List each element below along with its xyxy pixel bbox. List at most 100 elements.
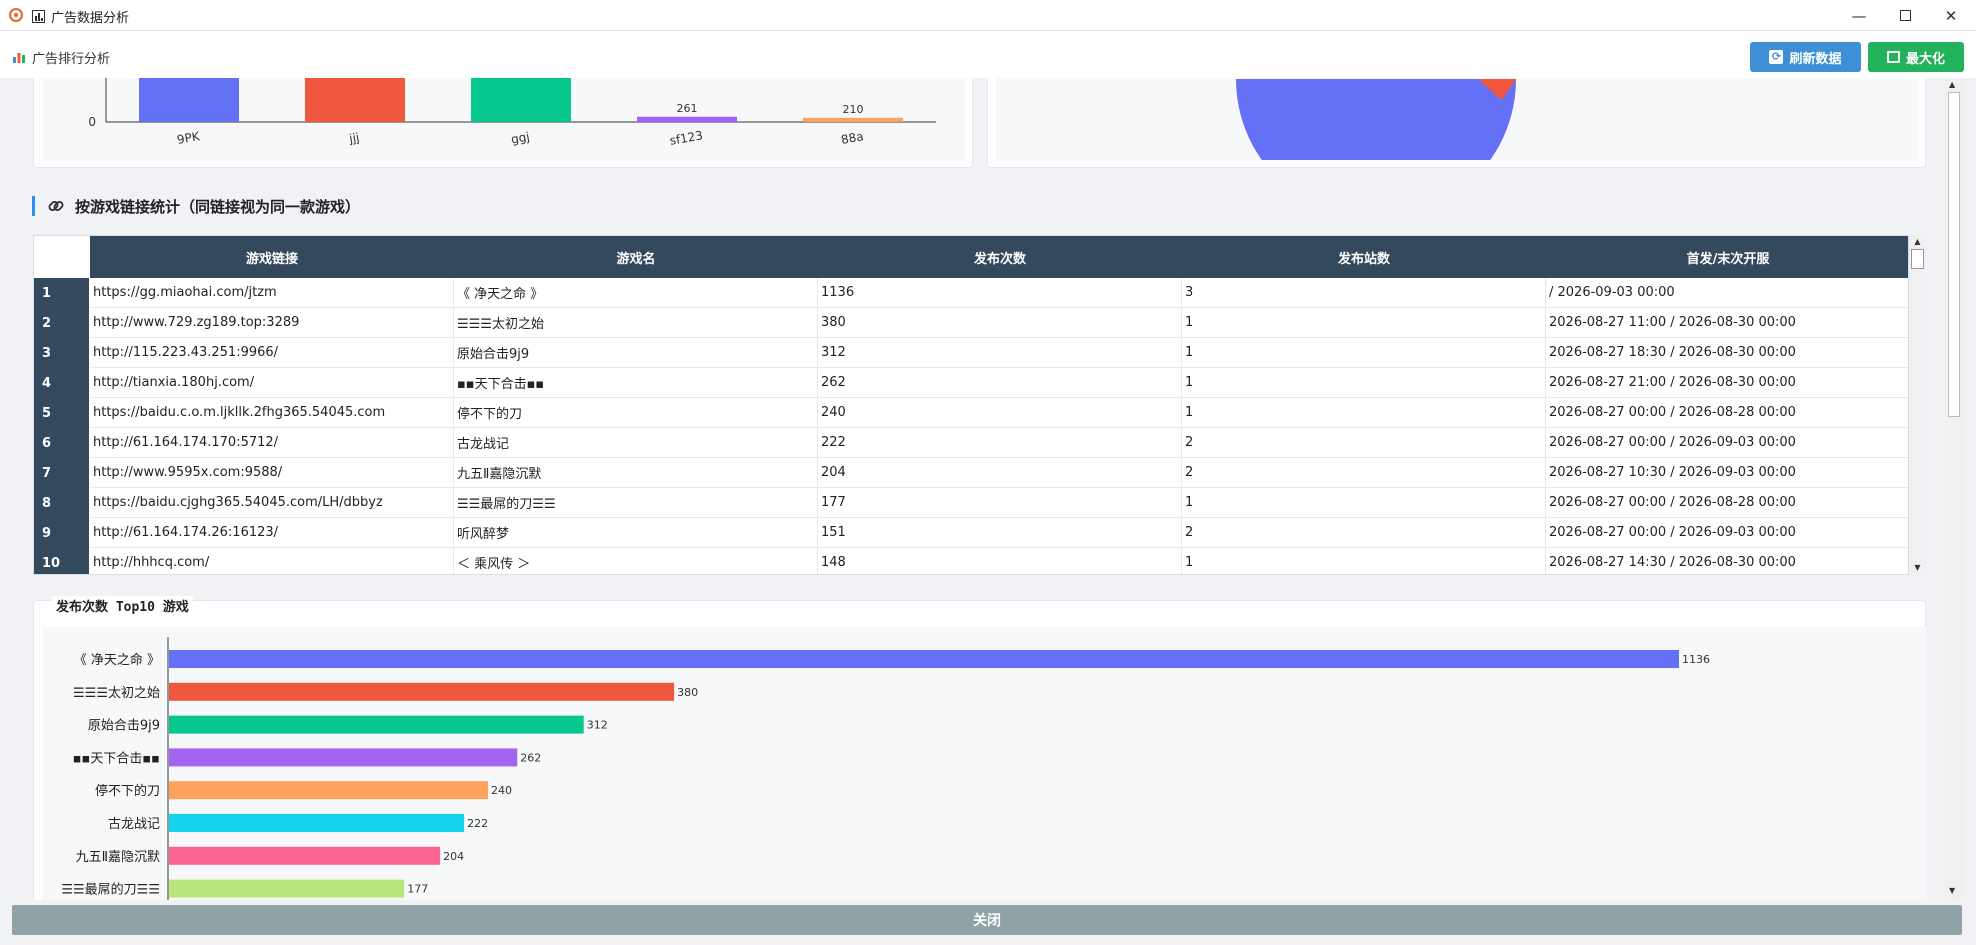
top-chart-bar[interactable] — [803, 117, 903, 122]
table-cell-sites[interactable]: 1 — [1182, 308, 1546, 338]
table-cell-link[interactable]: https://baidu.cjghg365.54045.com/LH/dbby… — [90, 488, 454, 518]
table-cell-count[interactable]: 151 — [818, 518, 1182, 548]
table-cell-link[interactable]: http://hhhcq.com/ — [90, 548, 454, 574]
table-cell-link[interactable]: http://61.164.174.26:16123/ — [90, 518, 454, 548]
row-index[interactable]: 9 — [34, 518, 89, 548]
top10-category-label: ▪▪天下合击▪▪ — [73, 751, 160, 766]
row-index[interactable]: 3 — [34, 338, 89, 368]
col-header-sites[interactable]: 发布站数 — [1182, 236, 1546, 278]
top10-bar[interactable] — [169, 748, 518, 767]
table-cell-sites[interactable]: 1 — [1182, 398, 1546, 428]
table-cell-count[interactable]: 262 — [818, 368, 1182, 398]
table-cell-link[interactable]: https://gg.miaohai.com/jtzm — [90, 278, 454, 308]
main-scroll-up-icon[interactable]: ▲ — [1949, 80, 1955, 89]
table-cell-dates[interactable]: 2026-08-27 00:00 / 2026-09-03 00:00 — [1546, 428, 1908, 458]
main-scroll-down-icon[interactable]: ▼ — [1949, 886, 1955, 895]
table-cell-name[interactable]: ☰☰☰太初之始 — [454, 308, 818, 338]
row-index[interactable]: 10 — [34, 548, 89, 574]
table-cell-name[interactable]: ＜ 乘风传 ＞ — [454, 548, 818, 574]
table-cell-link[interactable]: http://115.223.43.251:9966/ — [90, 338, 454, 368]
table-cell-name[interactable]: 原始合击9j9 — [454, 338, 818, 368]
pie-chart-card — [987, 78, 1926, 168]
window-title-text: 广告数据分析 — [51, 11, 130, 26]
row-index[interactable]: 8 — [34, 488, 89, 518]
top10-bar[interactable] — [169, 879, 405, 898]
top-chart-category-label: ggj — [510, 130, 531, 147]
table-cell-dates[interactable]: / 2026-09-03 00:00 — [1546, 278, 1908, 308]
top-chart-bar[interactable] — [305, 78, 405, 122]
top-chart-value-label: 210 — [843, 103, 864, 116]
top-chart-bar[interactable] — [471, 78, 571, 122]
top10-bar[interactable] — [169, 846, 441, 865]
table-cell-sites[interactable]: 2 — [1182, 428, 1546, 458]
table-cell-name[interactable]: 停不下的刀 — [454, 398, 818, 428]
table-cell-sites[interactable]: 1 — [1182, 368, 1546, 398]
table-cell-name[interactable]: 听风醉梦 — [454, 518, 818, 548]
table-vertical-scrollbar[interactable]: ▲ ▼ — [1909, 235, 1926, 575]
chart-icon — [32, 10, 45, 23]
table-cell-sites[interactable]: 1 — [1182, 338, 1546, 368]
table-cell-dates[interactable]: 2026-08-27 10:30 / 2026-09-03 00:00 — [1546, 458, 1908, 488]
main-scroll-thumb[interactable] — [1948, 92, 1960, 417]
table-cell-count[interactable]: 380 — [818, 308, 1182, 338]
table-cell-dates[interactable]: 2026-08-27 14:30 / 2026-08-30 00:00 — [1546, 548, 1908, 574]
table-cell-name[interactable]: 古龙战记 — [454, 428, 818, 458]
table-cell-dates[interactable]: 2026-08-27 21:00 / 2026-08-30 00:00 — [1546, 368, 1908, 398]
table-cell-count[interactable]: 222 — [818, 428, 1182, 458]
table-cell-name[interactable]: ☰☰最屌的刀☰☰ — [454, 488, 818, 518]
maximize-button[interactable] — [1882, 0, 1928, 31]
table-cell-sites[interactable]: 3 — [1182, 278, 1546, 308]
table-cell-link[interactable]: http://www.9595x.com:9588/ — [90, 458, 454, 488]
top10-bar[interactable] — [169, 682, 675, 701]
table-cell-link[interactable]: http://61.164.174.170:5712/ — [90, 428, 454, 458]
minimize-button[interactable]: — — [1836, 0, 1882, 31]
top10-bar[interactable] — [169, 715, 584, 734]
main-vertical-scrollbar[interactable]: ▲ ▼ — [1945, 78, 1963, 900]
table-cell-link[interactable]: http://www.729.zg189.top:3289 — [90, 308, 454, 338]
table-scroll-thumb[interactable] — [1911, 249, 1924, 269]
table-cell-dates[interactable]: 2026-08-27 00:00 / 2026-08-28 00:00 — [1546, 488, 1908, 518]
table-cell-name[interactable]: ▪▪天下合击▪▪ — [454, 368, 818, 398]
row-index[interactable]: 5 — [34, 398, 89, 428]
table-cell-sites[interactable]: 1 — [1182, 488, 1546, 518]
col-header-dates[interactable]: 首发/末次开服 — [1546, 236, 1908, 278]
col-header-link[interactable]: 游戏链接 — [90, 236, 454, 278]
table-cell-link[interactable]: https://baidu.c.o.m.ljkllk.2fhg365.54045… — [90, 398, 454, 428]
top10-chart-card: 1136 《 净天之命 》 380 ☰☰☰太初之始 312 原始合击9j9 262 ▪▪天下合… — [33, 600, 1927, 900]
top-chart-bar[interactable] — [139, 78, 239, 122]
table-cell-sites[interactable]: 2 — [1182, 518, 1546, 548]
table-cell-link[interactable]: http://tianxia.180hj.com/ — [90, 368, 454, 398]
table-cell-dates[interactable]: 2026-08-27 00:00 / 2026-09-03 00:00 — [1546, 518, 1908, 548]
top10-bar[interactable] — [169, 781, 489, 800]
top10-bar[interactable] — [169, 650, 1679, 668]
table-cell-sites[interactable]: 2 — [1182, 458, 1546, 488]
table-cell-name[interactable]: 《 净天之命 》 — [454, 278, 818, 308]
row-index[interactable]: 2 — [34, 308, 89, 338]
table-cell-sites[interactable]: 1 — [1182, 548, 1546, 574]
top-chart-bar[interactable] — [637, 116, 737, 122]
col-header-name[interactable]: 游戏名 — [454, 236, 818, 278]
table-cell-count[interactable]: 312 — [818, 338, 1182, 368]
row-index[interactable]: 1 — [34, 278, 89, 308]
table-cell-dates[interactable]: 2026-08-27 18:30 / 2026-08-30 00:00 — [1546, 338, 1908, 368]
refresh-button[interactable]: ⟳ 刷新数据 — [1750, 42, 1861, 72]
table-cell-count[interactable]: 240 — [818, 398, 1182, 428]
table-cell-count[interactable]: 177 — [818, 488, 1182, 518]
close-button[interactable]: 关闭 — [12, 905, 1962, 935]
row-index[interactable]: 7 — [34, 458, 89, 488]
table-cell-count[interactable]: 1136 — [818, 278, 1182, 308]
row-index[interactable]: 4 — [34, 368, 89, 398]
top10-bar[interactable] — [169, 814, 465, 832]
table-cell-name[interactable]: 九五Ⅱ嘉隐沉默 — [454, 458, 818, 488]
table-cell-count[interactable]: 204 — [818, 458, 1182, 488]
table-cell-count[interactable]: 148 — [818, 548, 1182, 574]
maximize-view-button[interactable]: 最大化 — [1868, 42, 1964, 72]
col-header-count[interactable]: 发布次数 — [818, 236, 1182, 278]
table-cell-dates[interactable]: 2026-08-27 11:00 / 2026-08-30 00:00 — [1546, 308, 1908, 338]
scroll-up-arrow-icon[interactable]: ▲ — [1912, 237, 1923, 246]
row-index[interactable]: 6 — [34, 428, 89, 458]
scroll-down-arrow-icon[interactable]: ▼ — [1912, 563, 1923, 572]
scroll-content: 020009PKjjjggj261sf12321088a 按游戏链接统计（同链接… — [0, 78, 1944, 900]
table-cell-dates[interactable]: 2026-08-27 00:00 / 2026-08-28 00:00 — [1546, 398, 1908, 428]
close-window-button[interactable]: ✕ — [1928, 0, 1974, 31]
